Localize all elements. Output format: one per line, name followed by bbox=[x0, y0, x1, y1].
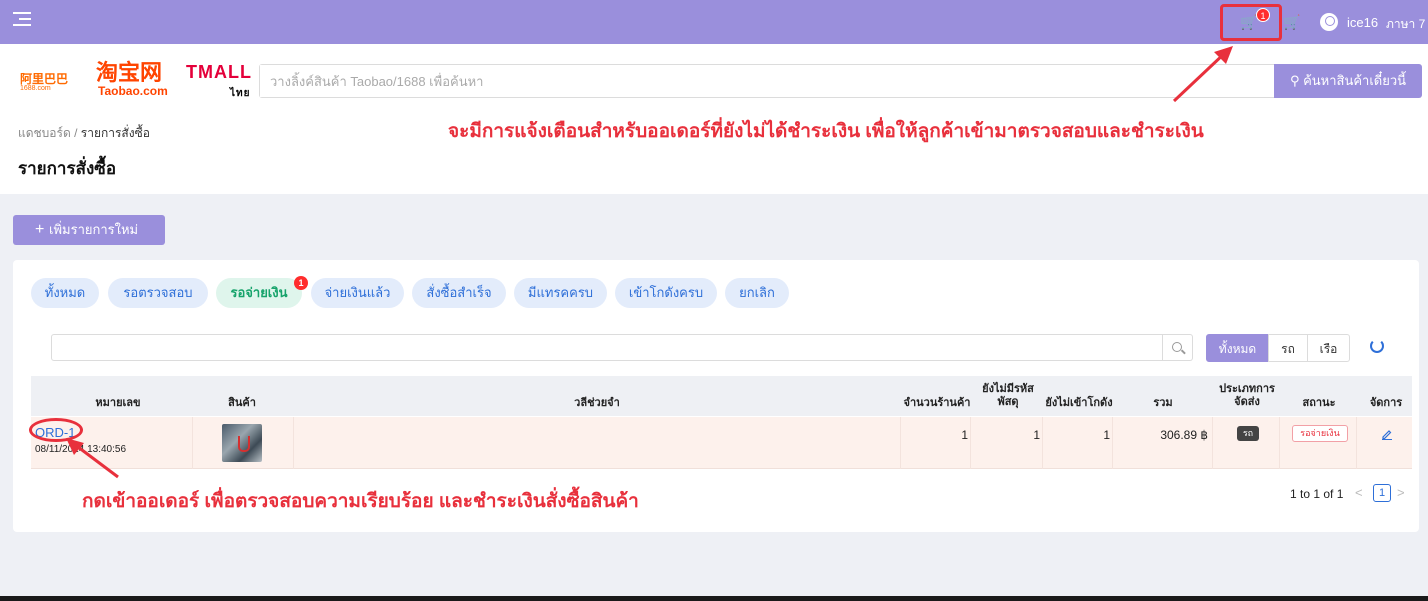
tab-pending-review[interactable]: รอตรวจสอบ bbox=[108, 278, 208, 308]
tab-label: ทั้งหมด bbox=[44, 285, 86, 300]
page-title: รายการสั่งซื้อ bbox=[18, 159, 117, 178]
logo-taobao[interactable]: 淘宝网 Taobao.com bbox=[96, 60, 168, 99]
tab-label: เข้าโกดังครบ bbox=[628, 285, 704, 300]
status-badge: รอจ่ายเงิน bbox=[1292, 425, 1348, 442]
breadcrumb: แดชบอร์ด / รายการสั่งซื้อ bbox=[18, 124, 150, 143]
tab-cancelled[interactable]: ยกเลิก bbox=[725, 278, 789, 308]
column-divider bbox=[1356, 417, 1357, 469]
pagination-summary: 1 to 1 of 1 bbox=[1290, 487, 1344, 501]
col-memo: วลีช่วยจำ bbox=[574, 397, 620, 409]
segment-ship[interactable]: เรือ bbox=[1307, 334, 1350, 362]
breadcrumb-current: รายการสั่งซื้อ bbox=[80, 126, 150, 140]
search-button[interactable]: ⚲ ค้นหาสินค้าเดี๋ยวนี้ bbox=[1274, 64, 1422, 98]
column-divider bbox=[1042, 417, 1043, 469]
user-avatar-icon[interactable] bbox=[1320, 13, 1338, 31]
shipping-type-tag: รถ bbox=[1237, 426, 1259, 441]
pagination-page-button[interactable]: 1 bbox=[1373, 484, 1391, 502]
tab-label: มีแทรคครบ bbox=[527, 285, 594, 300]
add-new-order-button[interactable]: + เพิ่มรายการใหม่ bbox=[13, 215, 165, 245]
tab-all[interactable]: ทั้งหมด bbox=[31, 278, 99, 308]
tab-label: จ่ายเงินแล้ว bbox=[324, 285, 391, 300]
col-actions: จัดการ bbox=[1369, 397, 1403, 409]
col-shop-count: จำนวนร้านค้า bbox=[903, 397, 971, 409]
col-order-number: หมายเลข bbox=[95, 397, 141, 409]
cell-total: 306.89 ฿ bbox=[1160, 428, 1208, 442]
col-no-tracking: ยังไม่มีรหัส พัสดุ bbox=[982, 383, 1034, 408]
column-divider bbox=[192, 417, 193, 469]
segment-truck[interactable]: รถ bbox=[1268, 334, 1308, 362]
add-button-label: เพิ่มรายการใหม่ bbox=[49, 222, 139, 237]
column-divider bbox=[1279, 417, 1280, 469]
tab-label: สั่งซื้อสำเร็จ bbox=[426, 285, 492, 300]
col-status: สถานะ bbox=[1302, 397, 1336, 409]
col-not-in-warehouse: ยังไม่เข้าโกดัง bbox=[1045, 397, 1113, 409]
column-divider bbox=[900, 417, 901, 469]
language-selector[interactable]: ภาษา 7 bbox=[1386, 15, 1425, 34]
logo-1688-text: 阿里巴巴 bbox=[20, 72, 69, 86]
tab-awaiting-payment[interactable]: รอจ่ายเงิน 1 bbox=[216, 276, 308, 308]
tab-label: ยกเลิก bbox=[739, 285, 775, 300]
product-thumbnail[interactable] bbox=[222, 424, 262, 462]
search-button-label: ค้นหาสินค้าเดี๋ยวนี้ bbox=[1303, 73, 1407, 88]
pagination-prev-button[interactable]: < bbox=[1355, 485, 1363, 500]
logo-1688-sub: 1688.com bbox=[20, 85, 51, 92]
tab-paid[interactable]: จ่ายเงินแล้ว bbox=[311, 278, 404, 308]
product-search-box bbox=[259, 64, 1275, 98]
cart-icon[interactable]: 🛒 bbox=[1283, 14, 1300, 31]
order-filter-input[interactable] bbox=[51, 334, 1163, 361]
logo-tmall[interactable]: TMALL ไทย bbox=[186, 62, 252, 99]
cell-not-in-warehouse: 1 bbox=[1103, 428, 1110, 442]
tab-warehouse-complete[interactable]: เข้าโกดังครบ bbox=[615, 278, 717, 308]
product-link-input[interactable] bbox=[260, 65, 1274, 97]
annotation-highlight-box bbox=[1220, 4, 1282, 41]
top-navbar bbox=[0, 0, 1428, 44]
annotation-circle bbox=[29, 418, 83, 442]
segment-all[interactable]: ทั้งหมด bbox=[1206, 334, 1269, 362]
cell-no-tracking: 1 bbox=[1033, 428, 1040, 442]
column-divider bbox=[970, 417, 971, 469]
search-icon: ⚲ bbox=[1289, 73, 1304, 88]
logo-1688[interactable]: 阿里巴巴 1688.com bbox=[20, 70, 68, 92]
filter-search-icon[interactable] bbox=[1163, 334, 1193, 361]
annotation-top-text: จะมีการแจ้งเตือนสำหรับออเดอร์ที่ยังไม่ได… bbox=[448, 121, 1204, 142]
col-product: สินค้า bbox=[228, 397, 256, 409]
menu-toggle-icon[interactable] bbox=[13, 11, 31, 27]
tab-order-complete[interactable]: สั่งซื้อสำเร็จ bbox=[412, 278, 506, 308]
tab-tracking-complete[interactable]: มีแทรคครบ bbox=[514, 278, 607, 308]
breadcrumb-separator: / bbox=[74, 126, 78, 140]
tab-notification-badge: 1 bbox=[294, 276, 308, 290]
column-divider bbox=[1112, 417, 1113, 469]
tab-label: รอจ่ายเงิน bbox=[230, 285, 288, 300]
plus-icon: + bbox=[35, 221, 45, 238]
column-divider bbox=[1212, 417, 1213, 469]
edit-icon[interactable] bbox=[1381, 428, 1393, 440]
logo-tmall-text: TMALL bbox=[186, 62, 252, 82]
tab-label: รอตรวจสอบ bbox=[123, 285, 193, 300]
annotation-bottom-text: กดเข้าออเดอร์ เพื่อตรวจสอบความเรียบร้อย … bbox=[82, 491, 639, 512]
window-bottom-edge bbox=[0, 596, 1428, 601]
logo-taobao-sub: Taobao.com bbox=[98, 84, 168, 98]
logo-tmall-mark: ไทย bbox=[230, 88, 251, 99]
order-date: 08/11/2024 13:40:56 bbox=[35, 444, 127, 455]
username[interactable]: ice16 bbox=[1347, 15, 1378, 30]
logo-taobao-text: 淘宝网 bbox=[96, 60, 163, 85]
refresh-icon[interactable] bbox=[1370, 339, 1384, 353]
cell-shop-count: 1 bbox=[961, 428, 968, 442]
table-header bbox=[31, 376, 1412, 416]
col-total: รวม bbox=[1153, 397, 1173, 409]
pagination-next-button[interactable]: > bbox=[1397, 485, 1405, 500]
col-shipping-type: ประเภทการ จัดส่ง bbox=[1219, 383, 1275, 408]
column-divider bbox=[293, 417, 294, 469]
breadcrumb-home[interactable]: แดชบอร์ด bbox=[18, 126, 71, 140]
